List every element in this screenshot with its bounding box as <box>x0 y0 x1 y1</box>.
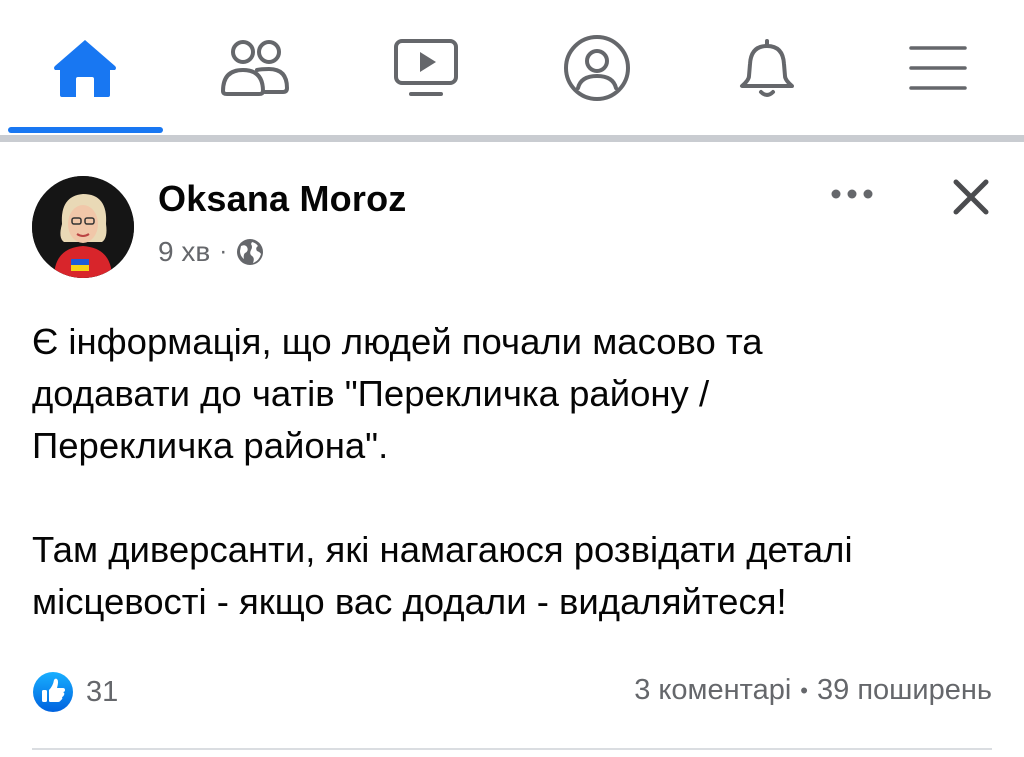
close-icon <box>953 179 989 215</box>
avatar-photo <box>32 176 134 278</box>
comments-count-link[interactable]: 3 коментарі <box>634 674 791 707</box>
more-dots-icon <box>831 189 873 199</box>
post-actions-divider <box>32 748 992 750</box>
menu-icon <box>909 45 967 90</box>
stats-separator-dot: • <box>800 677 808 703</box>
nav-tab-menu[interactable] <box>853 0 1023 135</box>
hide-post-button[interactable] <box>946 172 996 222</box>
post-options-button[interactable] <box>826 174 878 214</box>
friends-icon <box>221 39 289 96</box>
watch-icon <box>394 38 458 96</box>
reaction-count: 31 <box>86 675 119 708</box>
post-meta: 9 хв · <box>158 236 265 268</box>
globe-icon <box>237 239 264 265</box>
post-line: Там диверсанти, які намагаюся розвідати … <box>32 529 853 570</box>
profile-icon <box>564 34 630 101</box>
post-timestamp[interactable]: 9 хв <box>158 236 210 268</box>
top-navigation-bar <box>0 0 1024 135</box>
post-stats: 3 коментарі • 39 поширень <box>634 674 992 707</box>
home-icon <box>54 39 116 97</box>
shares-count-link[interactable]: 39 поширень <box>817 674 992 707</box>
reactions-summary[interactable]: 31 <box>32 671 118 713</box>
post-author-name[interactable]: Oksana Moroz <box>158 178 406 220</box>
nav-tab-home[interactable] <box>0 0 170 135</box>
avatar[interactable] <box>32 176 134 278</box>
nav-tab-watch[interactable] <box>341 0 511 135</box>
nav-tab-friends[interactable] <box>170 0 340 135</box>
nav-tab-notifications[interactable] <box>682 0 852 135</box>
post-line: місцевості - якщо вас додали - видаляйте… <box>32 581 787 622</box>
post-line: Є інформація, що людей почали масово та <box>32 321 763 362</box>
post-line: додавати до чатів "Перекличка району / <box>32 373 710 414</box>
meta-separator-dot: · <box>219 238 228 265</box>
nav-divider <box>0 135 1024 142</box>
nav-tab-profile[interactable] <box>512 0 682 135</box>
active-tab-indicator <box>8 127 163 133</box>
like-icon <box>33 672 73 712</box>
bell-icon <box>740 38 794 97</box>
post-body: Є інформація, що людей почали масово та … <box>32 316 1007 628</box>
post-line: Перекличка района". <box>32 425 389 466</box>
